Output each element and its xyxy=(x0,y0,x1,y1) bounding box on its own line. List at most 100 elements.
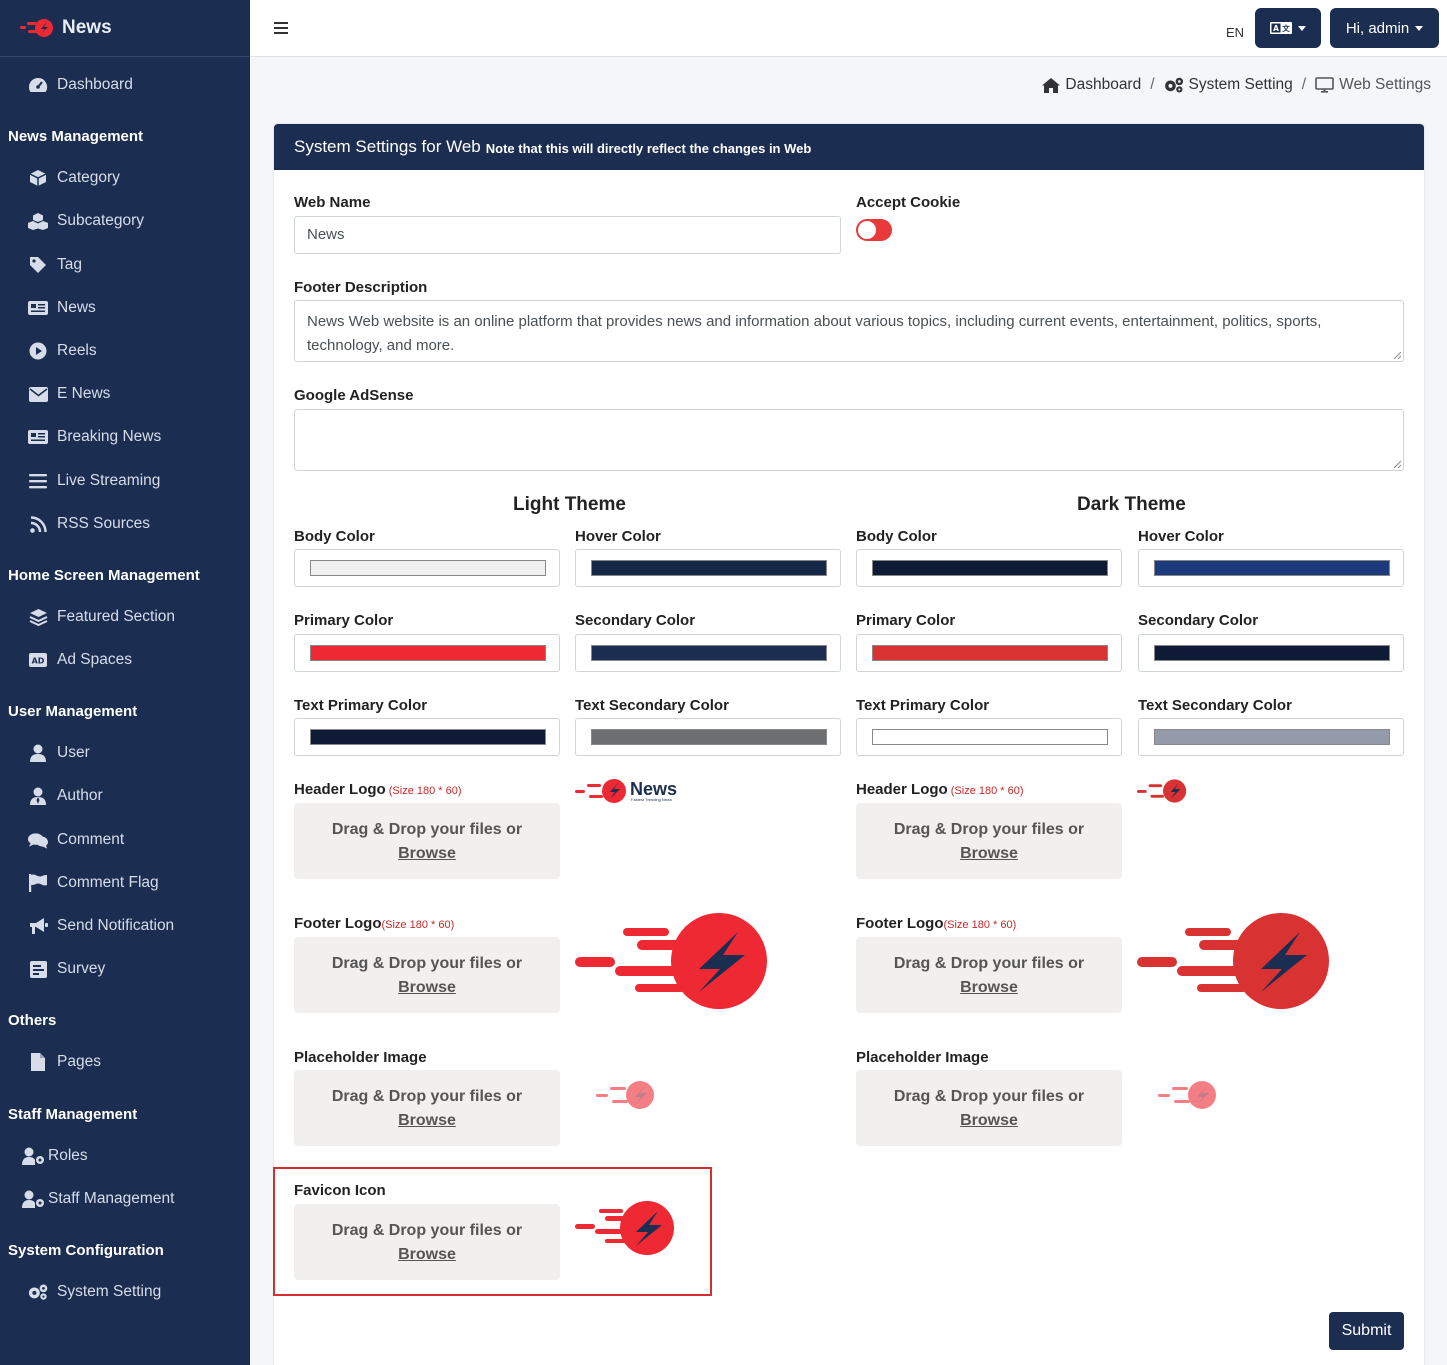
sidebar-item-author[interactable]: Author xyxy=(0,776,250,816)
svg-text:文: 文 xyxy=(1282,23,1290,33)
sidebar-item-label: Survey xyxy=(57,960,106,977)
color-swatch xyxy=(591,560,827,576)
sidebar-item-reels[interactable]: Reels xyxy=(0,331,250,371)
light-hover-color-picker[interactable] xyxy=(575,549,841,587)
sidebar-item-rss-sources[interactable]: RSS Sources xyxy=(0,504,250,544)
browse-link[interactable]: Browse xyxy=(294,842,560,866)
dark-body-color-picker[interactable] xyxy=(856,549,1122,587)
dark-primary-color-picker[interactable] xyxy=(856,634,1122,672)
web-name-input[interactable]: News xyxy=(294,216,841,254)
svg-text:A: A xyxy=(1273,24,1279,33)
sidebar-item-category[interactable]: Category xyxy=(0,158,250,198)
browse-link[interactable]: Browse xyxy=(294,976,560,1000)
google-adsense-textarea[interactable] xyxy=(294,409,1404,471)
dark-header-logo-dropzone[interactable]: Drag & Drop your files or Browse xyxy=(856,803,1122,879)
breadcrumb-web-settings: Web Settings xyxy=(1315,76,1431,94)
light-placeholder-dropzone[interactable]: Drag & Drop your files or Browse xyxy=(294,1070,560,1146)
light-text-secondary-color-picker[interactable] xyxy=(575,718,841,756)
google-adsense-label: Google AdSense xyxy=(294,387,414,404)
sidebar-item-comment-flag[interactable]: Comment Flag xyxy=(0,863,250,903)
play-circle-icon xyxy=(28,341,48,361)
breadcrumb-separator: / xyxy=(1150,76,1155,93)
dark-text-secondary-color-label: Text Secondary Color xyxy=(1138,697,1292,714)
news-logo-icon xyxy=(1137,779,1187,803)
user-menu-button[interactable]: Hi, admin xyxy=(1330,8,1439,48)
light-placeholder-label: Placeholder Image xyxy=(294,1049,427,1066)
breadcrumb-label: Dashboard xyxy=(1065,76,1142,93)
light-placeholder-preview xyxy=(596,1080,656,1115)
brand[interactable]: News xyxy=(0,0,250,57)
user-icon xyxy=(28,743,48,763)
browse-link[interactable]: Browse xyxy=(294,1243,560,1267)
sidebar-item-subcategory[interactable]: Subcategory xyxy=(0,201,250,241)
sidebar-item-system-setting[interactable]: System Setting xyxy=(0,1272,250,1312)
color-swatch xyxy=(872,645,1108,661)
section-system-configuration: System Configuration xyxy=(8,1242,164,1259)
sidebar-item-dashboard[interactable]: Dashboard xyxy=(0,65,250,105)
language-dropdown-button[interactable]: A文 xyxy=(1255,8,1321,48)
browse-link[interactable]: Browse xyxy=(294,1109,560,1133)
sidebar-item-roles[interactable]: Roles xyxy=(0,1136,250,1176)
browse-link[interactable]: Browse xyxy=(856,1109,1122,1133)
sidebar-item-label: E News xyxy=(57,385,111,402)
sidebar-item-ad-spaces[interactable]: AD Ad Spaces xyxy=(0,640,250,680)
user-cog-icon xyxy=(22,1189,46,1209)
sidebar-item-staff-management[interactable]: Staff Management xyxy=(0,1179,250,1219)
sidebar-item-breaking-news[interactable]: Breaking News xyxy=(0,417,250,457)
hamburger-menu-icon[interactable] xyxy=(272,18,290,38)
section-others: Others xyxy=(8,1012,57,1029)
favicon-dropzone[interactable]: Drag & Drop your files or Browse xyxy=(294,1204,560,1280)
sidebar-item-label: Comment xyxy=(57,831,125,848)
sidebar-item-enews[interactable]: E News xyxy=(0,374,250,414)
comments-icon xyxy=(28,830,48,850)
breadcrumb-dashboard[interactable]: Dashboard xyxy=(1042,76,1141,94)
drop-text: Drag & Drop your files or xyxy=(893,821,1085,838)
light-body-color-picker[interactable] xyxy=(294,549,560,587)
card-note: Note that this will directly reflect the… xyxy=(485,141,812,156)
sidebar-item-survey[interactable]: Survey xyxy=(0,949,250,989)
sidebar-item-comment[interactable]: Comment xyxy=(0,820,250,860)
sidebar-item-send-notification[interactable]: Send Notification xyxy=(0,906,250,946)
breadcrumb-system-setting[interactable]: System Setting xyxy=(1164,76,1293,94)
dark-secondary-color-picker[interactable] xyxy=(1138,634,1404,672)
footer-description-textarea[interactable]: News Web website is an online platform t… xyxy=(294,300,1404,362)
resize-handle-icon[interactable] xyxy=(1393,351,1401,359)
news-logo-icon xyxy=(1158,1081,1216,1109)
color-swatch xyxy=(872,729,1108,745)
dark-text-secondary-color-picker[interactable] xyxy=(1138,718,1404,756)
sidebar-item-user[interactable]: User xyxy=(0,733,250,773)
light-header-logo-dropzone[interactable]: Drag & Drop your files or Browse xyxy=(294,803,560,879)
favicon-label: Favicon Icon xyxy=(294,1182,386,1199)
bars-icon xyxy=(28,471,48,491)
light-secondary-color-picker[interactable] xyxy=(575,634,841,672)
sidebar-item-live-streaming[interactable]: Live Streaming xyxy=(0,461,250,501)
sidebar-item-tag[interactable]: Tag xyxy=(0,245,250,285)
flag-icon xyxy=(28,873,48,893)
dark-placeholder-dropzone[interactable]: Drag & Drop your files or Browse xyxy=(856,1070,1122,1146)
dark-text-primary-color-picker[interactable] xyxy=(856,718,1122,756)
sidebar-item-label: Live Streaming xyxy=(57,472,161,489)
dark-hover-color-picker[interactable] xyxy=(1138,549,1404,587)
light-footer-logo-dropzone[interactable]: Drag & Drop your files or Browse xyxy=(294,937,560,1013)
accept-cookie-toggle[interactable] xyxy=(856,219,892,241)
sidebar-item-label: Tag xyxy=(57,256,82,273)
sidebar-item-featured-section[interactable]: Featured Section xyxy=(0,597,250,637)
sidebar-item-label: System Setting xyxy=(57,1283,162,1300)
browse-link[interactable]: Browse xyxy=(856,976,1122,1000)
label-text: Footer Logo xyxy=(856,915,944,932)
svg-text:AD: AD xyxy=(32,657,45,666)
dark-footer-logo-dropzone[interactable]: Drag & Drop your files or Browse xyxy=(856,937,1122,1013)
sidebar-item-news[interactable]: News xyxy=(0,288,250,328)
sidebar-item-label: Category xyxy=(57,169,120,186)
browse-link[interactable]: Browse xyxy=(856,842,1122,866)
ad-icon: AD xyxy=(28,650,48,670)
light-text-primary-color-picker[interactable] xyxy=(294,718,560,756)
web-name-label: Web Name xyxy=(294,194,371,211)
light-primary-color-picker[interactable] xyxy=(294,634,560,672)
resize-handle-icon[interactable] xyxy=(1393,460,1401,468)
dark-theme-title: Dark Theme xyxy=(1077,494,1186,515)
newspaper-icon xyxy=(28,298,48,318)
footer-description-text: News Web website is an online platform t… xyxy=(307,313,1322,354)
submit-button[interactable]: Submit xyxy=(1329,1312,1404,1350)
sidebar-item-pages[interactable]: Pages xyxy=(0,1042,250,1082)
